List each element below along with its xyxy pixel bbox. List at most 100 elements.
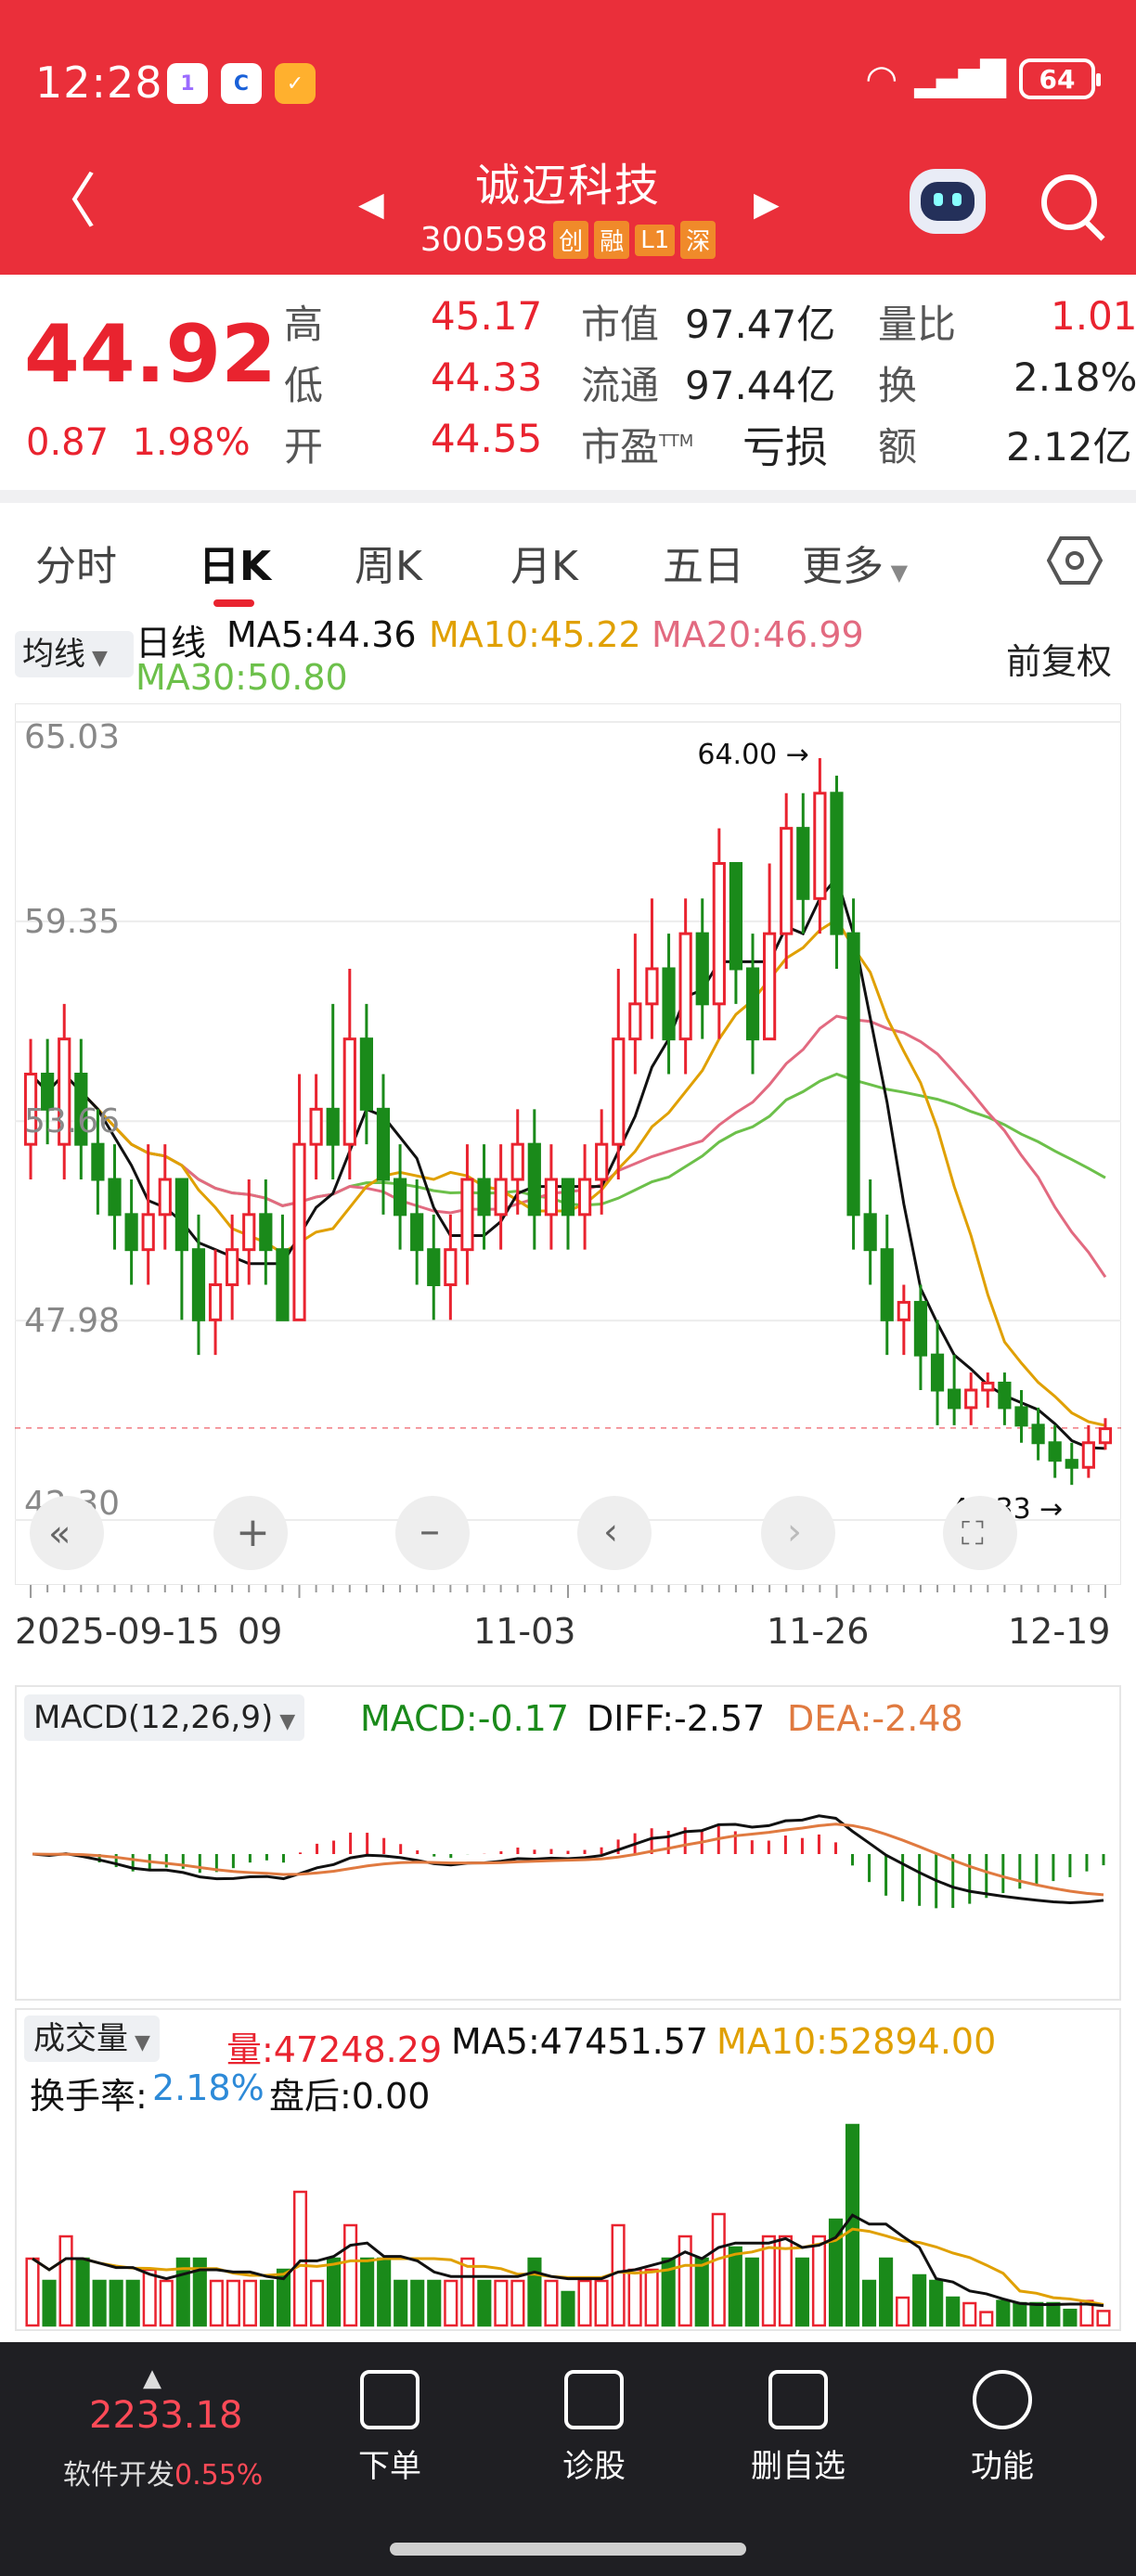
- section-divider: [0, 490, 1136, 503]
- volume-bar: [561, 2290, 575, 2327]
- tab-intraday[interactable]: 分时: [35, 533, 117, 592]
- candle-body: [930, 1353, 945, 1392]
- candle-body: [309, 1107, 323, 1146]
- amount-label: 额: [878, 424, 918, 470]
- sector-index[interactable]: 软件开发0.55%: [63, 2452, 263, 2492]
- candle-body: [1048, 1441, 1062, 1462]
- candle-body: [645, 967, 659, 1006]
- volume-bar: [410, 2279, 425, 2327]
- diagnose-button[interactable]: 诊股: [529, 2370, 659, 2486]
- candle-body: [527, 1142, 541, 1217]
- volume-bar: [58, 2235, 73, 2327]
- volume-bar: [460, 2257, 475, 2327]
- candle-body: [1065, 1459, 1078, 1469]
- tab-five-day[interactable]: 五日: [663, 533, 744, 592]
- volume-bar: [594, 2279, 609, 2327]
- float-value: 97.44亿: [685, 363, 836, 408]
- x-tick-2: 11-03: [473, 1611, 576, 1652]
- wifi-icon: ◠: [865, 58, 898, 100]
- volume-bar: [711, 2212, 726, 2327]
- turnover-label: 换: [878, 363, 918, 408]
- adjust-mode[interactable]: 前复权: [1006, 633, 1112, 684]
- candle-body: [444, 1248, 458, 1287]
- candle-body: [561, 1178, 575, 1217]
- candle-body: [191, 1248, 206, 1321]
- search-icon[interactable]: [1041, 174, 1097, 230]
- volume-bar: [1029, 2301, 1044, 2327]
- macd-select[interactable]: MACD(12,26,9) ▼: [24, 1694, 305, 1741]
- low-value: 44.33: [431, 354, 543, 400]
- fullscreen-icon: ⛶: [962, 1515, 984, 1552]
- volume-bar: [611, 2223, 626, 2327]
- tab-more[interactable]: 更多 ▼: [802, 533, 908, 592]
- candle-body: [510, 1142, 524, 1181]
- x-tick-4: 12-19: [1008, 1611, 1111, 1652]
- volume-bar: [896, 2296, 910, 2327]
- left-arrow-icon: ‹: [603, 1511, 618, 1553]
- candle-body: [208, 1283, 223, 1321]
- volume-bar: [996, 2299, 1011, 2327]
- tab-daily-k[interactable]: 日K: [199, 533, 271, 592]
- volume-bar: [494, 2279, 509, 2327]
- volume-bar: [292, 2190, 308, 2327]
- volume-value: 量:47248.29: [226, 2029, 443, 2070]
- tab-monthly-k[interactable]: 月K: [510, 533, 578, 592]
- volume-bar: [946, 2296, 961, 2327]
- macd-value: MACD:-0.17: [360, 1698, 570, 1739]
- volume-bar: [794, 2257, 809, 2327]
- volume-bar: [92, 2279, 107, 2327]
- candle-body: [91, 1142, 105, 1181]
- volume-bar: [142, 2268, 157, 2327]
- volume-bar: [694, 2257, 709, 2327]
- volume-bar: [444, 2279, 458, 2327]
- x-axis-ticks: [30, 1585, 1106, 1598]
- volume-bar: [811, 2235, 827, 2327]
- candle-body: [1014, 1406, 1028, 1427]
- float-label: 流通: [581, 363, 660, 408]
- candle-body: [376, 1107, 391, 1181]
- volume-select[interactable]: 成交量 ▼: [24, 2016, 160, 2062]
- remove-watchlist-button[interactable]: 删自选: [733, 2370, 863, 2486]
- tab-weekly-k[interactable]: 周K: [355, 533, 422, 592]
- candle-body: [628, 1002, 642, 1041]
- candle-body: [276, 1248, 290, 1321]
- kline-chart[interactable]: 65.0359.3553.6647.9842.30 64.00 → 43.33 …: [15, 703, 1121, 1585]
- candle-body: [410, 1213, 424, 1252]
- assistant-robot-icon[interactable]: [910, 169, 986, 234]
- current-price: 44.92: [24, 308, 278, 401]
- candle-body: [964, 1388, 978, 1410]
- volume-bar: [477, 2279, 492, 2327]
- candle-body: [662, 967, 676, 1041]
- settings-hex-icon[interactable]: [1047, 533, 1103, 588]
- candle-body: [897, 1300, 910, 1321]
- candle-body: [242, 1213, 256, 1252]
- tag-shen: 深: [680, 221, 716, 259]
- ma30-label: MA30:50.80: [136, 657, 348, 698]
- functions-button[interactable]: 功能: [937, 2370, 1067, 2486]
- y-tick-label: 53.66: [24, 1102, 120, 1140]
- next-stock-icon[interactable]: ▶: [754, 186, 780, 224]
- volume-bar: [109, 2279, 123, 2327]
- volume-panel[interactable]: 成交量 ▼ 量:47248.29 MA5:47451.57 MA10:52894…: [15, 2008, 1121, 2331]
- sector-index-value[interactable]: 2233.18: [89, 2394, 242, 2437]
- macd-panel[interactable]: MACD(12,26,9) ▼ MACD:-0.17 DIFF:-2.57 DE…: [15, 1685, 1121, 2001]
- expand-up-icon[interactable]: ▲: [143, 2364, 161, 2392]
- status-indicators: ◠ ▂▄▆█ 64: [865, 58, 1101, 100]
- turnover-rate-value: 2.18%: [152, 2067, 265, 2108]
- right-arrow-icon: ›: [787, 1511, 802, 1553]
- period-tabs: 分时 日K 周K 月K 五日 更多 ▼: [0, 522, 1136, 607]
- app-notification-icon: ✓: [275, 63, 316, 104]
- tag-rong: 融: [594, 221, 630, 259]
- macd-chart: [32, 1814, 1105, 1909]
- candle-body: [830, 792, 844, 935]
- candle-body: [494, 1178, 508, 1217]
- order-button[interactable]: 下单: [325, 2370, 455, 2486]
- pe-label: 市盈TTM: [581, 424, 694, 470]
- ma20-label: MA20:46.99: [652, 614, 864, 655]
- volume-bar: [678, 2235, 692, 2327]
- volume-bar: [627, 2268, 642, 2327]
- quote-panel: 44.92 0.87 1.98% 高 45.17 低 44.33 开 44.55…: [0, 275, 1136, 490]
- active-tab-indicator: [213, 599, 254, 607]
- candle-body: [846, 932, 860, 1217]
- volume-ma5: MA5:47451.57: [451, 2021, 709, 2062]
